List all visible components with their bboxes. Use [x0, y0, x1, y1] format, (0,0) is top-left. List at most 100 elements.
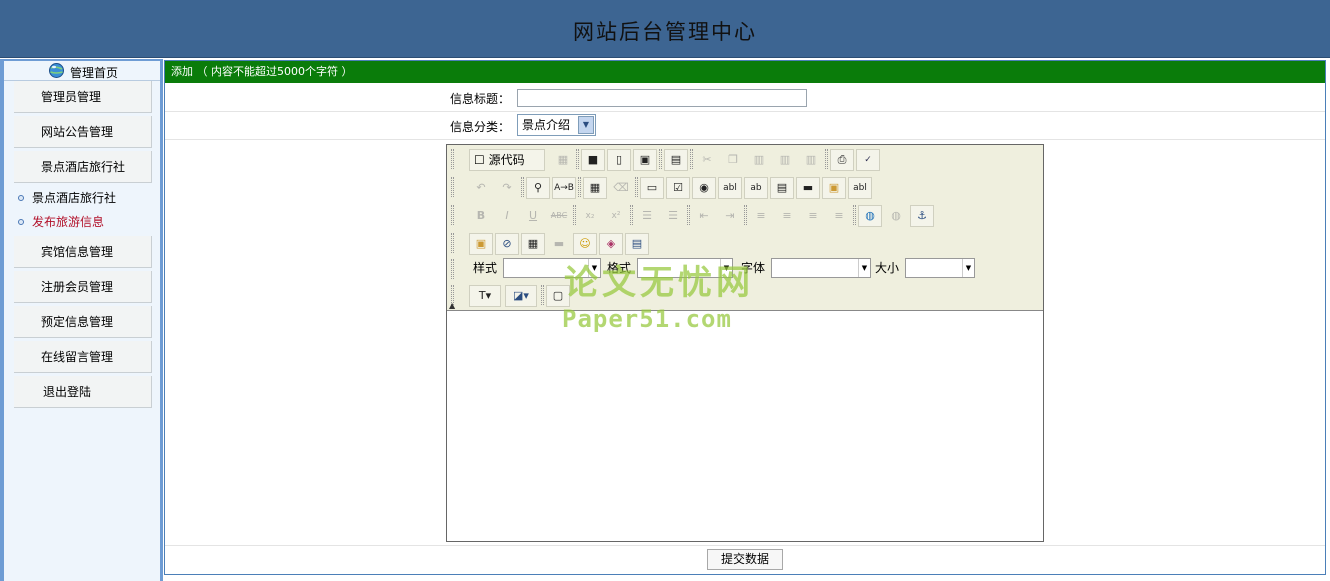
toolbar-grip	[521, 177, 524, 197]
toolbar-grip	[853, 205, 856, 225]
smiley-icon[interactable]: ☺	[573, 233, 597, 255]
unlink-icon[interactable]: ◍	[884, 205, 908, 227]
indent-icon[interactable]: ⇥	[718, 205, 742, 227]
submit-button[interactable]: 提交数据	[707, 549, 783, 570]
text-field-icon[interactable]: abl	[718, 177, 742, 199]
flash-icon[interactable]: ⊘	[495, 233, 519, 255]
form-icon[interactable]: ▭	[640, 177, 664, 199]
new-page-icon[interactable]: ▯	[607, 149, 631, 171]
toolbar-grip	[451, 205, 454, 225]
header: 网站后台管理中心	[0, 0, 1330, 58]
size-combo[interactable]: ▼	[905, 258, 975, 278]
title-input[interactable]	[517, 89, 807, 107]
source-icon: ☐	[474, 153, 485, 167]
menu-item-logout[interactable]: 退出登陆	[14, 376, 152, 408]
menu-item-reservations[interactable]: 预定信息管理	[14, 306, 152, 338]
paste-text-icon[interactable]: ▥	[773, 149, 797, 171]
templates-icon[interactable]: ▤	[664, 149, 688, 171]
cut-icon[interactable]: ✂	[695, 149, 719, 171]
find-icon[interactable]: ⚲	[526, 177, 550, 199]
source-code-button[interactable]: ☐ 源代码	[469, 149, 545, 171]
page-break-icon[interactable]: ▤	[625, 233, 649, 255]
spellcheck-icon[interactable]: ✓	[856, 149, 880, 171]
align-left-icon[interactable]: ≡	[749, 205, 773, 227]
select-field-icon[interactable]: ▤	[770, 177, 794, 199]
save-icon[interactable]: ■	[581, 149, 605, 171]
editor-content-area[interactable]	[447, 312, 1043, 541]
page: 网站后台管理中心 管理首页 管理员管理 网站公告管理 景点酒店旅行社 景点酒店旅…	[0, 0, 1330, 581]
radio-icon[interactable]: ◉	[692, 177, 716, 199]
special-char-icon[interactable]: ◈	[599, 233, 623, 255]
text-color-icon[interactable]: T▾	[469, 285, 501, 307]
italic-icon[interactable]: I	[495, 205, 519, 227]
bold-icon[interactable]: B	[469, 205, 493, 227]
globe-icon	[49, 63, 64, 78]
table-icon[interactable]: ▦	[521, 233, 545, 255]
unordered-list-icon[interactable]: ☰	[661, 205, 685, 227]
image-icon[interactable]: ▣	[469, 233, 493, 255]
select-all-icon[interactable]: ▦	[583, 177, 607, 199]
toolbar-row-3: B I U ABC x₂ x² ☰ ☰ ⇤ ⇥ ≡ ≡ ≡ ≡ ◍ ◍ ⚓	[451, 204, 1039, 228]
menu-item-messages[interactable]: 在线留言管理	[14, 341, 152, 373]
print-icon[interactable]: ⎙	[830, 149, 854, 171]
anchor-icon[interactable]: ⚓	[910, 205, 934, 227]
toolbar-grip	[630, 205, 633, 225]
toolbar-grip	[825, 149, 828, 169]
toolbar-grip	[659, 149, 662, 169]
redo-icon[interactable]: ↷	[495, 177, 519, 199]
subscript-icon[interactable]: x₂	[578, 205, 602, 227]
print-preview-icon[interactable]: ▣	[633, 149, 657, 171]
toolbar-row-2: ↶ ↷ ⚲ A→B ▦ ⌫ ▭ ☑ ◉ abl ab ▤ ▬ ▣ abl	[451, 176, 1039, 200]
menu-item-announcement[interactable]: 网站公告管理	[14, 116, 152, 148]
submenu-item-publish-travel-info[interactable]: 发布旅游信息	[18, 213, 104, 231]
toolbar-grip	[451, 233, 454, 253]
link-icon[interactable]: ◍	[858, 205, 882, 227]
textarea-icon[interactable]: ab	[744, 177, 768, 199]
align-justify-icon[interactable]: ≡	[827, 205, 851, 227]
outdent-icon[interactable]: ⇤	[692, 205, 716, 227]
image-button-icon[interactable]: ▣	[822, 177, 846, 199]
toolbar-grip	[578, 177, 581, 197]
toolbar-grip	[576, 149, 579, 169]
menu-item-scenic-hotel-agency[interactable]: 景点酒店旅行社	[14, 151, 152, 183]
button-field-icon[interactable]: ▬	[796, 177, 820, 199]
toolbar-grip	[635, 177, 638, 197]
copy-icon[interactable]: ❐	[721, 149, 745, 171]
paste-icon[interactable]: ▥	[747, 149, 771, 171]
horizontal-rule-icon[interactable]: ▬	[547, 233, 571, 255]
collapse-toolbar-icon[interactable]: ▲	[449, 301, 455, 310]
menu-item-members[interactable]: 注册会员管理	[14, 271, 152, 303]
divider	[165, 545, 1325, 546]
paste-word-icon[interactable]: ▥	[799, 149, 823, 171]
submenu-item-label: 发布旅游信息	[32, 215, 105, 229]
font-combo[interactable]: ▼	[771, 258, 871, 278]
category-select[interactable]: 景点介绍 ▼	[517, 114, 596, 136]
align-right-icon[interactable]: ≡	[801, 205, 825, 227]
menu-item-admin[interactable]: 管理员管理	[14, 81, 152, 113]
underline-icon[interactable]: U	[521, 205, 545, 227]
toolbar-grip	[451, 149, 454, 169]
preview-icon[interactable]: ▦	[551, 149, 575, 171]
toolbar-grip	[451, 259, 454, 279]
checkbox-icon[interactable]: ☑	[666, 177, 690, 199]
superscript-icon[interactable]: x²	[604, 205, 628, 227]
chevron-down-icon: ▼	[578, 116, 594, 134]
submenu-item-scenic-hotel-agency[interactable]: 景点酒店旅行社	[18, 189, 116, 207]
main-panel: 添加 （ 内容不能超过5000个字符 ） 信息标题： 信息分类： 景点介绍 ▼ …	[164, 60, 1326, 575]
toolbar-grip	[690, 149, 693, 169]
ordered-list-icon[interactable]: ☰	[635, 205, 659, 227]
title-label: 信息标题：	[450, 92, 511, 106]
form-header-bar: 添加 （ 内容不能超过5000个字符 ）	[165, 61, 1325, 83]
style-label: 样式	[473, 261, 498, 275]
toolbar-row-4: ▣ ⊘ ▦ ▬ ☺ ◈ ▤	[451, 232, 1039, 256]
strikethrough-icon[interactable]: ABC	[547, 205, 571, 227]
bg-color-icon[interactable]: ◪▾	[505, 285, 537, 307]
remove-format-icon[interactable]: ⌫	[609, 177, 633, 199]
undo-icon[interactable]: ↶	[469, 177, 493, 199]
menu-item-hotel-info[interactable]: 宾馆信息管理	[14, 236, 152, 268]
sidebar-home[interactable]: 管理首页	[4, 61, 160, 81]
hidden-field-icon[interactable]: abl	[848, 177, 872, 199]
align-center-icon[interactable]: ≡	[775, 205, 799, 227]
replace-icon[interactable]: A→B	[552, 177, 576, 199]
chevron-down-icon: ▼	[962, 259, 974, 277]
